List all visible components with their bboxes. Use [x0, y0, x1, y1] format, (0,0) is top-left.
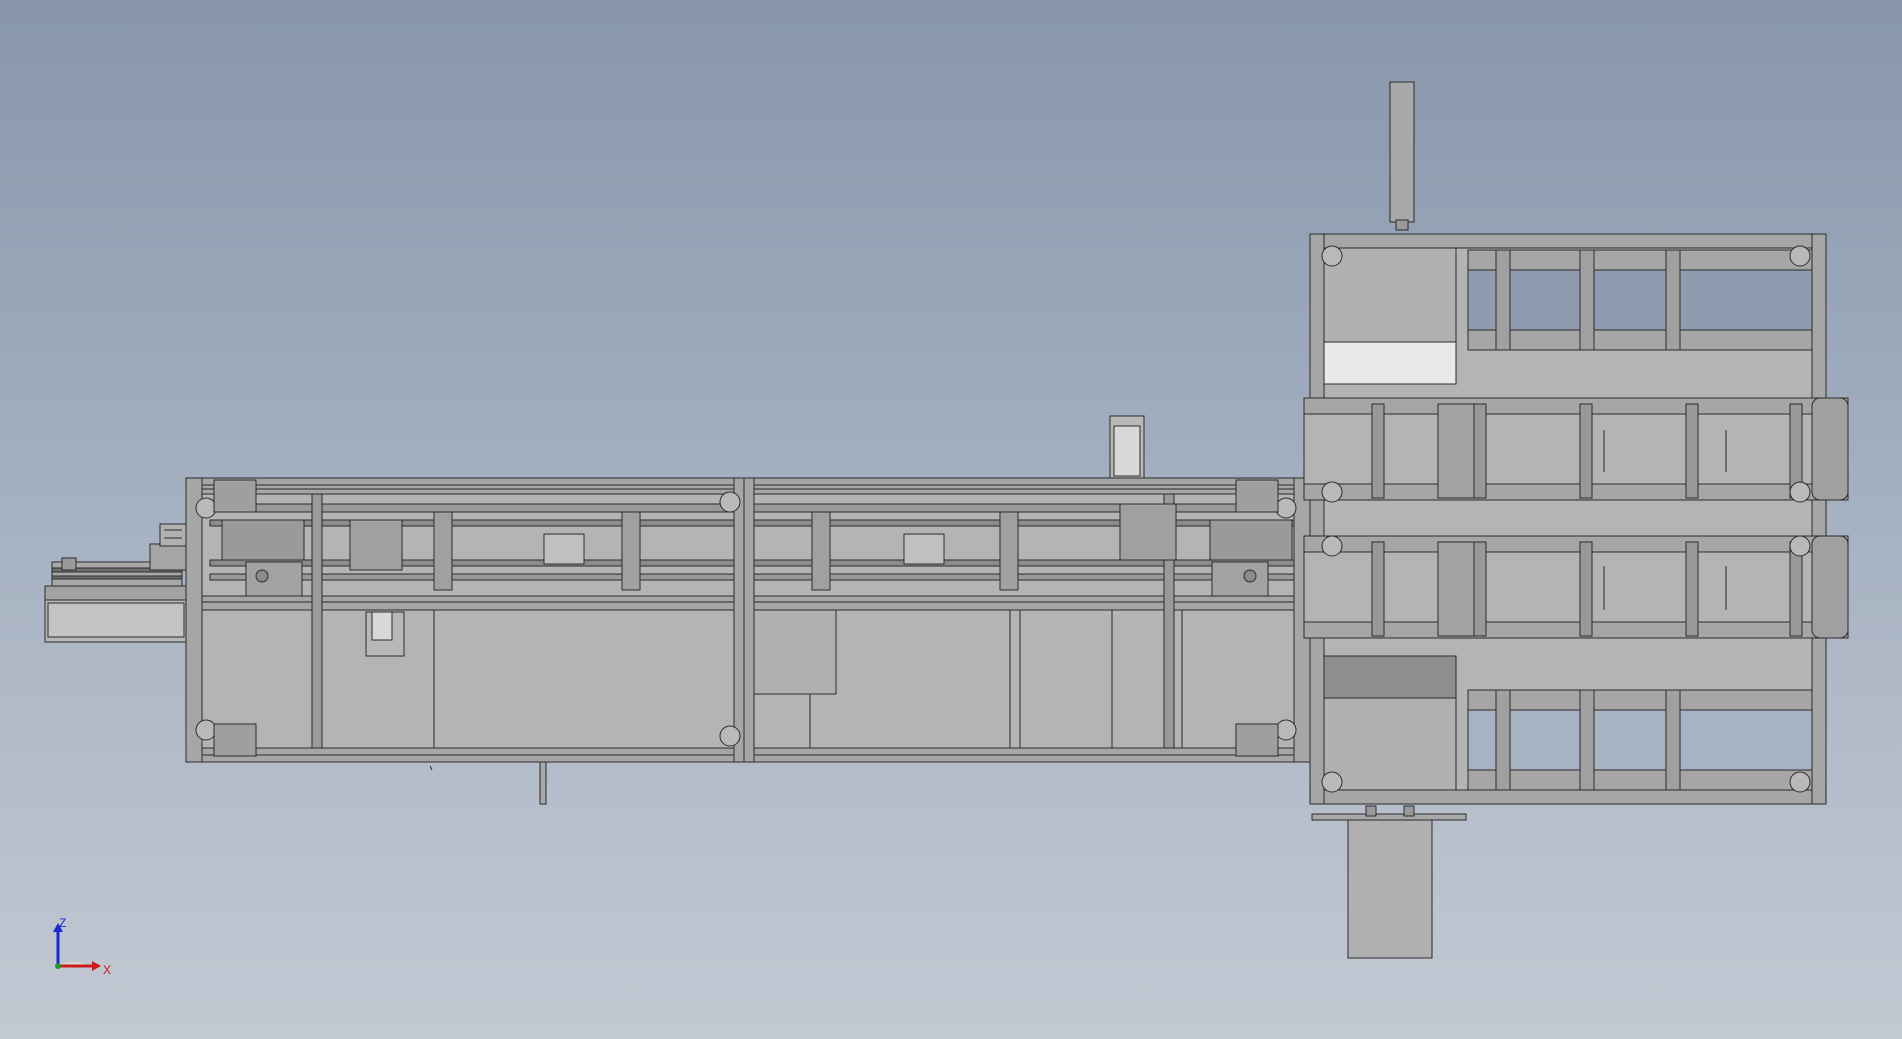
left-infeed-stand[interactable] [44, 523, 189, 643]
z-axis-label: Z [59, 916, 67, 930]
coordinate-triad: Z X [44, 916, 124, 980]
triad-arrows-icon [53, 923, 101, 971]
graphics-viewport[interactable]: Z X [0, 0, 1902, 1039]
main-conveyor-frame[interactable] [185, 415, 1311, 805]
right-stacking-unit[interactable] [1303, 81, 1849, 959]
x-axis-label: X [103, 963, 112, 977]
cad-assembly-model[interactable] [0, 0, 1902, 1039]
